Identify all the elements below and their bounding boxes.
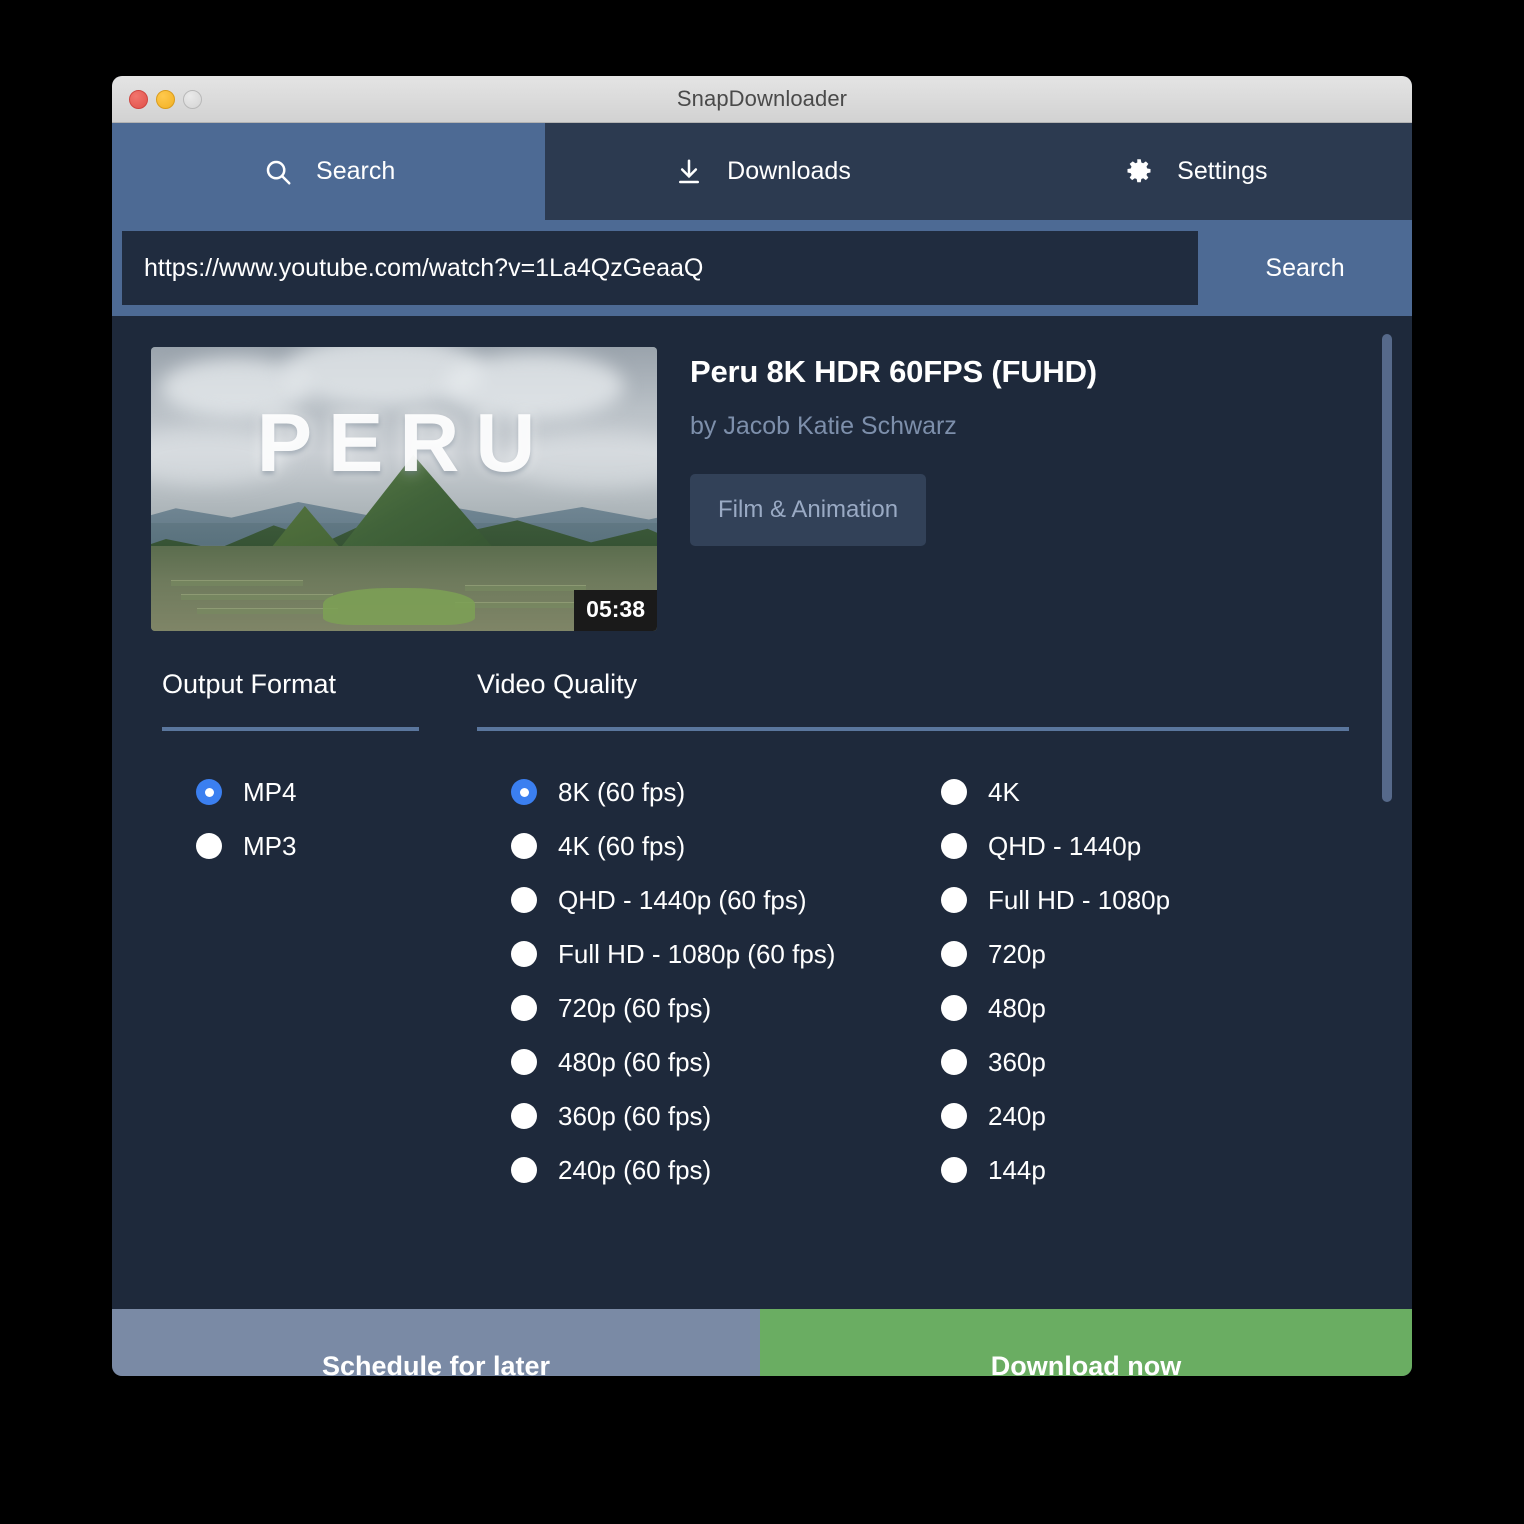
radio-mark-icon [941,833,967,859]
radio-quality-right-4[interactable]: 480p [907,981,1337,1035]
tab-settings-label: Settings [1177,157,1268,185]
main-tabbar: Search Downloads Settings [112,123,1412,220]
video-duration-badge: 05:38 [574,590,657,631]
video-quality-divider [477,727,1349,731]
radio-label: 144p [988,1154,1046,1185]
video-quality-heading: Video Quality [477,669,638,699]
tab-settings[interactable]: Settings [979,123,1412,220]
radio-mark-icon [196,833,222,859]
radio-label: MP4 [243,776,297,807]
radio-mark-icon [511,1049,537,1075]
window-titlebar: SnapDownloader [112,76,1412,123]
minimize-window-button[interactable] [156,89,175,109]
gear-icon [1123,156,1155,188]
scrollbar-thumb[interactable] [1382,334,1392,802]
radio-quality-right-7[interactable]: 144p [907,1143,1337,1197]
output-format-divider [162,727,419,731]
window-title: SnapDownloader [676,86,848,111]
close-window-button[interactable] [129,89,148,109]
radio-mark-icon [196,779,222,805]
radio-label: 240p (60 fps) [558,1154,712,1185]
radio-mark-icon [941,887,967,913]
traffic-light-group [129,76,202,122]
radio-label: MP3 [243,830,297,861]
radio-mark-icon [941,995,967,1021]
radio-mark-icon [941,1157,967,1183]
output-format-section: Output Format MP4 MP3 [162,669,477,1197]
radio-quality-left-5[interactable]: 480p (60 fps) [477,1035,907,1089]
radio-quality-left-6[interactable]: 360p (60 fps) [477,1089,907,1143]
video-quality-section: Video Quality 8K (60 fps) 4K (60 fps) QH… [477,669,1412,1197]
radio-quality-right-2[interactable]: Full HD - 1080p [907,873,1337,927]
radio-label: 720p [988,938,1046,969]
schedule-for-later-button[interactable]: Schedule for later [112,1309,760,1376]
radio-mark-icon [941,1103,967,1129]
radio-mark-icon [511,887,537,913]
radio-label: QHD - 1440p [988,830,1142,861]
video-metadata: Peru 8K HDR 60FPS (FUHD) by Jacob Katie … [657,347,1097,631]
radio-quality-right-1[interactable]: QHD - 1440p [907,819,1337,873]
radio-mark-icon [511,1157,537,1183]
radio-quality-left-2[interactable]: QHD - 1440p (60 fps) [477,873,907,927]
radio-mark-icon [511,941,537,967]
radio-label: 240p [988,1100,1046,1131]
radio-label: 480p (60 fps) [558,1046,712,1077]
radio-quality-right-0[interactable]: 4K [907,765,1337,819]
radio-mark-icon [941,1049,967,1075]
search-bar: Search [112,220,1412,316]
search-icon [262,156,294,188]
radio-output-format-1[interactable]: MP3 [162,819,477,873]
video-info: PERU 05:38 Peru 8K HDR 60FPS (FUHD) by J… [112,316,1412,631]
radio-label: Full HD - 1080p [988,884,1171,915]
radio-mark-icon [511,833,537,859]
radio-label: 720p (60 fps) [558,992,712,1023]
tab-search-label: Search [316,157,396,185]
radio-quality-left-1[interactable]: 4K (60 fps) [477,819,907,873]
tab-downloads[interactable]: Downloads [545,123,978,220]
thumbnail-overlay-text: PERU [256,396,552,490]
radio-label: 4K (60 fps) [558,830,686,861]
radio-label: Full HD - 1080p (60 fps) [558,938,836,969]
tab-search[interactable]: Search [112,123,546,220]
output-format-heading: Output Format [162,669,337,699]
video-category-badge: Film & Animation [690,474,927,546]
url-input[interactable] [122,231,1198,305]
content-panel: PERU 05:38 Peru 8K HDR 60FPS (FUHD) by J… [112,316,1412,1309]
download-now-button[interactable]: Download now [760,1309,1412,1376]
radio-mark-icon [941,779,967,805]
radio-label: 360p (60 fps) [558,1100,712,1131]
maximize-window-button[interactable] [183,89,202,109]
radio-label: QHD - 1440p (60 fps) [558,884,807,915]
radio-label: 8K (60 fps) [558,776,686,807]
radio-quality-right-3[interactable]: 720p [907,927,1337,981]
radio-mark-icon [941,941,967,967]
search-button[interactable]: Search [1198,220,1412,316]
video-quality-options: 8K (60 fps) 4K (60 fps) QHD - 1440p (60 … [477,765,1412,1197]
radio-mark-icon [511,779,537,805]
radio-mark-icon [511,995,537,1021]
content-scrollbar[interactable] [1382,334,1392,1291]
video-author: by Jacob Katie Schwarz [690,412,957,440]
radio-quality-right-5[interactable]: 360p [907,1035,1337,1089]
options-area: Output Format MP4 MP3 Video Quality 8K (… [112,631,1412,1197]
radio-label: 360p [988,1046,1046,1077]
radio-quality-left-7[interactable]: 240p (60 fps) [477,1143,907,1197]
footer-actions: Schedule for later Download now [112,1309,1412,1376]
output-format-options: MP4 MP3 [162,765,477,873]
video-thumbnail: PERU 05:38 [151,347,657,631]
video-title: Peru 8K HDR 60FPS (FUHD) [690,354,1097,389]
radio-quality-left-3[interactable]: Full HD - 1080p (60 fps) [477,927,907,981]
app-window: SnapDownloader Search Downloads Settings… [112,76,1412,1376]
radio-quality-left-0[interactable]: 8K (60 fps) [477,765,907,819]
radio-label: 480p [988,992,1046,1023]
video-quality-column-right: 4K QHD - 1440p Full HD - 1080p 720p 480p… [907,765,1337,1197]
tab-downloads-label: Downloads [727,157,851,185]
video-quality-column-left: 8K (60 fps) 4K (60 fps) QHD - 1440p (60 … [477,765,907,1197]
radio-mark-icon [511,1103,537,1129]
radio-quality-right-6[interactable]: 240p [907,1089,1337,1143]
radio-label: 4K [988,776,1020,807]
radio-output-format-0[interactable]: MP4 [162,765,477,819]
download-icon [673,156,705,188]
radio-quality-left-4[interactable]: 720p (60 fps) [477,981,907,1035]
